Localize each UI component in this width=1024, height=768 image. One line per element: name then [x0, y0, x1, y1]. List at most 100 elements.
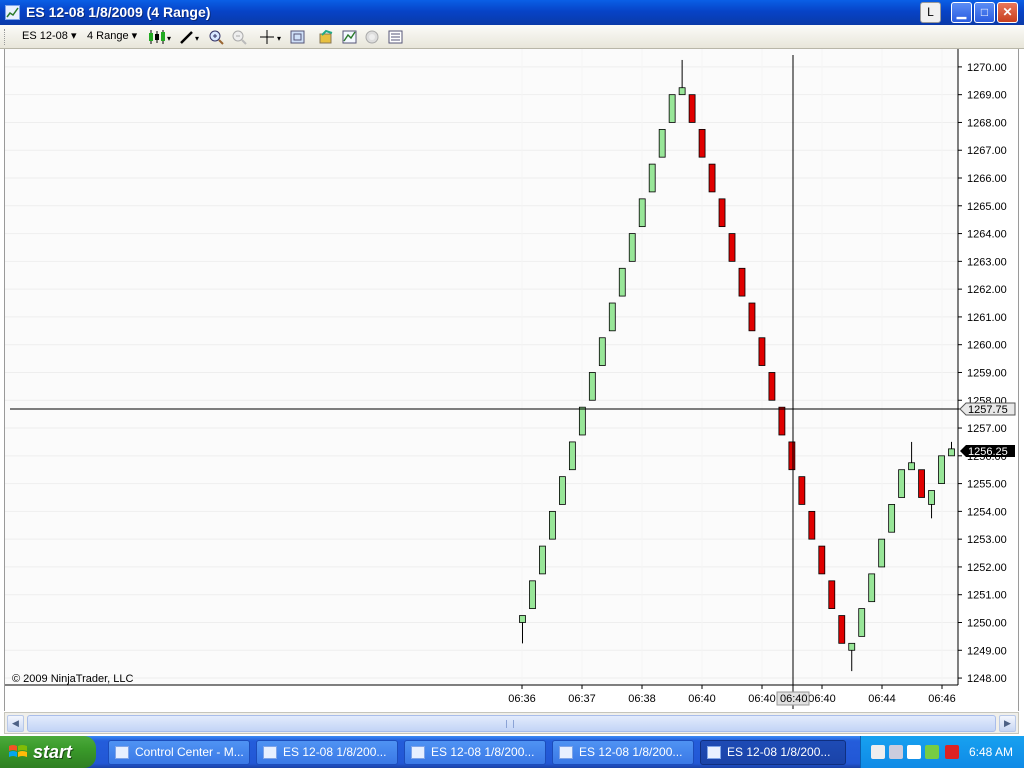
copyright-text: © 2009 NinjaTrader, LLC: [12, 673, 134, 685]
properties-icon[interactable]: [289, 29, 307, 45]
y-tick-label: 1270.00: [967, 62, 1007, 74]
bar-body: [598, 337, 606, 366]
chart-panel[interactable]: 1248.00 1249.00 1250.00 1251.00 1252.00 1253.…: [4, 49, 1019, 711]
toolbar-grip[interactable]: [4, 29, 7, 45]
chevron-left-icon: ◀: [12, 718, 19, 728]
price-bar: [718, 198, 726, 228]
price-bar: [828, 580, 836, 610]
bar-body: [878, 538, 886, 568]
y-tick-label: 1262.00: [967, 284, 1007, 296]
y-tick-label: 1263.00: [967, 256, 1007, 268]
control-center-icon: [115, 746, 129, 759]
price-bar: [918, 469, 925, 498]
bar-body: [748, 302, 756, 332]
price-bar: [838, 615, 846, 644]
time-axis[interactable]: 06:36 06:37 06:38 06:40 06:40 06:40 06:44 06:46: [508, 685, 956, 705]
price-axis[interactable]: 1248.00 1249.00 1250.00 1251.00 1252.00 1253.…: [958, 62, 1007, 685]
chart-app-icon: [5, 5, 20, 20]
horizontal-scrollbar[interactable]: ◀ ▶: [4, 712, 1019, 734]
y-tick-label: 1251.00: [967, 590, 1007, 602]
safely-remove-icon[interactable]: [907, 745, 921, 759]
maximize-button[interactable]: □: [974, 2, 995, 23]
instrument-selector[interactable]: ES 12-08 ▾: [22, 29, 76, 45]
x-tick-label: 06:40: [748, 693, 776, 705]
price-bar: [868, 573, 876, 603]
scroll-left-button[interactable]: ◀: [7, 715, 24, 732]
bar-body: [648, 163, 656, 193]
x-tick-label: 06:44: [868, 693, 896, 705]
task-chart-4[interactable]: ES 12-08 1/8/200...: [700, 740, 846, 765]
bar-body: [868, 573, 876, 603]
crosshair-icon[interactable]: ▾: [259, 29, 285, 45]
price-bar: [668, 94, 676, 123]
drawing-pencil-icon[interactable]: ▾: [179, 29, 203, 45]
bar-body: [588, 372, 596, 401]
chart-app-icon: [559, 746, 573, 759]
price-bar: [529, 580, 536, 610]
close-button[interactable]: ✕: [997, 2, 1018, 23]
clock: 6:48 AM: [969, 745, 1014, 759]
bar-body: [938, 455, 945, 484]
price-bar: [788, 441, 796, 471]
price-bar: [858, 608, 866, 637]
price-chart[interactable]: 1248.00 1249.00 1250.00 1251.00 1252.00 1253.…: [5, 49, 1018, 711]
tray-app-icon[interactable]: [925, 745, 939, 759]
svg-text:▾: ▾: [167, 34, 171, 43]
zoom-out-icon[interactable]: [231, 29, 249, 45]
task-chart-2[interactable]: ES 12-08 1/8/200...: [404, 740, 546, 765]
title-bar: ES 12-08 1/8/2009 (4 Range) L ▁ □ ✕: [0, 0, 1024, 25]
candlestick-icon[interactable]: ▾: [148, 29, 174, 45]
y-tick-label: 1257.00: [967, 423, 1007, 435]
interval-selector[interactable]: 4 Range ▾: [87, 29, 137, 45]
bar-body: [698, 128, 706, 158]
strategies-icon[interactable]: [364, 29, 382, 45]
bar-body: [778, 406, 786, 436]
chevron-down-icon: ▾: [70, 30, 77, 42]
bar-body: [838, 615, 846, 644]
crosshair-time-label: 06:40: [780, 693, 808, 705]
chart-toolbar: ES 12-08 ▾ 4 Range ▾ ▾ ▾ ▾: [0, 25, 1024, 49]
price-bar: [588, 372, 596, 401]
data-series-icon[interactable]: [318, 29, 336, 45]
x-tick-label: 06:37: [568, 693, 596, 705]
link-button[interactable]: L: [920, 2, 941, 23]
crosshair-price-label: 1257.75: [968, 404, 1008, 416]
task-control-center[interactable]: Control Center - M...: [108, 740, 250, 765]
task-chart-3[interactable]: ES 12-08 1/8/200...: [552, 740, 694, 765]
bar-body: [828, 580, 836, 610]
indicators-icon[interactable]: [341, 29, 359, 45]
bar-body: [519, 615, 526, 623]
task-chart-1[interactable]: ES 12-08 1/8/200...: [256, 740, 398, 765]
y-tick-label: 1252.00: [967, 562, 1007, 574]
task-label: Control Center - M...: [135, 745, 244, 759]
scroll-thumb[interactable]: [27, 715, 996, 732]
bar-body: [628, 233, 636, 262]
x-tick-label: 06:46: [928, 693, 956, 705]
price-bar: [808, 510, 816, 540]
network-icon[interactable]: [871, 745, 885, 759]
bar-body: [928, 490, 935, 505]
bar-body: [578, 406, 586, 436]
task-label: ES 12-08 1/8/200...: [283, 745, 387, 759]
y-tick-label: 1264.00: [967, 229, 1007, 241]
volume-icon[interactable]: [889, 745, 903, 759]
zoom-in-icon[interactable]: [208, 29, 226, 45]
scroll-right-button[interactable]: ▶: [999, 715, 1016, 732]
data-box-icon[interactable]: [387, 29, 405, 45]
price-bar: [778, 406, 786, 436]
bar-body: [708, 163, 716, 193]
price-bar: [698, 128, 706, 158]
bar-body: [638, 198, 646, 228]
x-tick-label: 06:40: [808, 693, 836, 705]
price-bar: [708, 163, 716, 193]
task-label: ES 12-08 1/8/200...: [579, 745, 683, 759]
last-price-label: 1256.25: [968, 446, 1008, 458]
minimize-button[interactable]: ▁: [951, 2, 972, 23]
price-bar: [648, 163, 656, 193]
price-bar: [888, 504, 896, 533]
chart-app-icon: [263, 746, 277, 759]
y-tick-label: 1248.00: [967, 673, 1007, 685]
start-button[interactable]: start: [0, 736, 96, 768]
bar-body: [618, 267, 626, 297]
mail-icon[interactable]: [945, 745, 959, 759]
